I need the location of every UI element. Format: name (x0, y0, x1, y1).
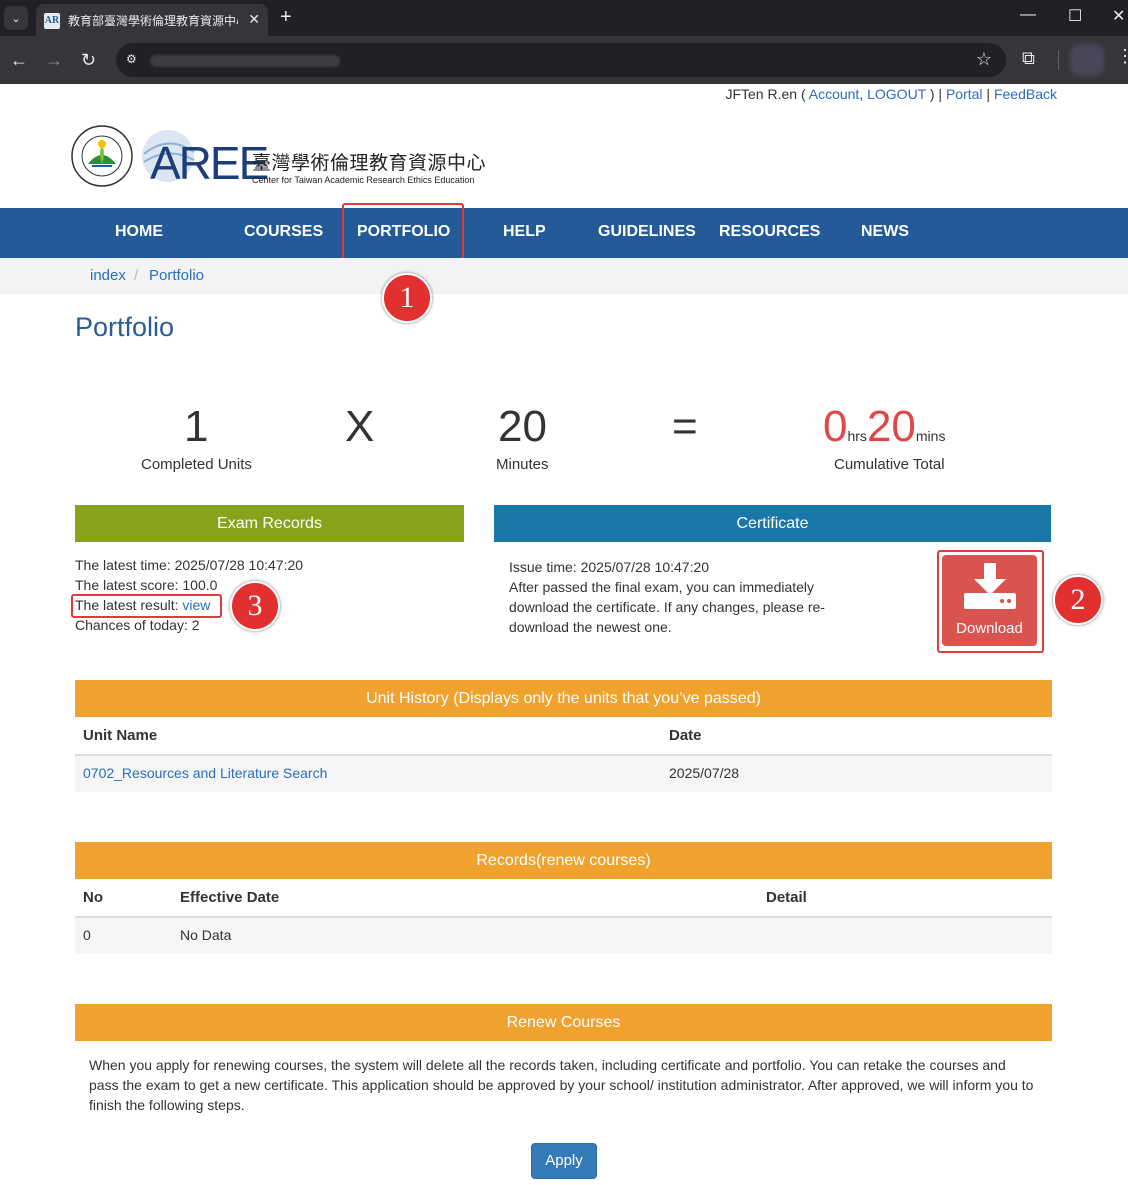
nav-home[interactable]: HOME (115, 223, 163, 241)
window-close-button[interactable]: ✕ (1112, 6, 1125, 26)
multiply-sign: X (345, 402, 375, 451)
equals-sign: = (672, 402, 698, 451)
certificate-header: Certificate (494, 505, 1051, 542)
renew-description: When you apply for renewing courses, the… (89, 1057, 1034, 1113)
cumulative-total-label: Cumulative Total (834, 456, 945, 473)
exam-latest-score: The latest score: 100.0 (75, 577, 218, 593)
browser-toolbar: ← → ↻ ⚙ ☆ ⧉ ⋮ (0, 36, 1128, 84)
breadcrumb-index-link[interactable]: index (90, 267, 126, 284)
paren-close: ) | (925, 86, 946, 102)
certificate-description: After passed the final exam, you can imm… (509, 579, 825, 635)
maximize-button[interactable]: ☐ (1068, 6, 1082, 26)
breadcrumb-portfolio-link[interactable]: Portfolio (149, 267, 204, 284)
annotation-marker-2: 2 (1053, 575, 1103, 625)
completed-units-label: Completed Units (141, 456, 252, 473)
apply-button[interactable]: Apply (531, 1143, 597, 1179)
record-date-cell: No Data (180, 927, 232, 943)
col-date: Date (669, 727, 702, 744)
reload-icon[interactable]: ↻ (81, 50, 96, 71)
portfolio-highlight-box (342, 203, 464, 265)
toolbar-divider (1058, 50, 1059, 70)
account-link[interactable]: Account (809, 86, 860, 102)
result-highlight-box (71, 594, 222, 618)
mins-value: 20 (866, 402, 916, 451)
exam-records-header: Exam Records (75, 505, 464, 542)
completed-units-value: 1 (184, 402, 209, 451)
download-label: Download (956, 620, 1023, 637)
breadcrumb: index / Portfolio (0, 258, 1128, 294)
annotation-marker-3: 3 (230, 581, 280, 631)
certificate-issue-time: Issue time: 2025/07/28 10:47:20 (509, 559, 710, 575)
record-no-cell: 0 (83, 927, 91, 943)
exam-latest-time: The latest time: 2025/07/28 10:47:20 (75, 557, 304, 573)
new-tab-button[interactable]: + (280, 6, 292, 29)
comma: , (859, 86, 868, 102)
nav-news[interactable]: NEWS (861, 223, 909, 241)
unit-history-header-row: Unit Name Date (75, 717, 1052, 756)
nav-courses[interactable]: COURSES (244, 223, 323, 241)
nav-resources[interactable]: RESOURCES (719, 223, 820, 241)
username: JFTen R.en (725, 86, 798, 102)
annotation-marker-1: 1 (382, 273, 432, 323)
paren-open: ( (797, 86, 809, 102)
url-text-blurred (150, 55, 340, 67)
feedback-link[interactable]: FeedBack (994, 86, 1057, 102)
certificate-info: Issue time: 2025/07/28 10:47:20 After pa… (509, 557, 859, 637)
forward-icon[interactable]: → (45, 50, 63, 71)
profile-avatar[interactable] (1070, 44, 1104, 76)
page-title: Portfolio (75, 312, 175, 342)
extensions-icon[interactable]: ⧉ (1022, 48, 1035, 69)
minutes-label: Minutes (496, 456, 549, 473)
tab-title: 教育部臺灣學術倫理教育資源中心 (68, 14, 238, 28)
center-title-zh: 臺灣學術倫理教育資源中心 (252, 152, 487, 174)
ministry-seal-logo (71, 125, 133, 187)
unit-name-cell: 0702_Resources and Literature Search (83, 765, 327, 781)
browser-tab-bar: ⌄ AR 教育部臺灣學術倫理教育資源中心 ✕ + — ☐ ✕ (0, 0, 1128, 36)
hours-value: 0 (823, 402, 848, 451)
tab-search-button[interactable]: ⌄ (4, 6, 28, 30)
renew-courses-header: Renew Courses (75, 1004, 1052, 1041)
mins-unit: mins (915, 428, 946, 444)
center-subtitle-en: Center for Taiwan Academic Research Ethi… (252, 175, 475, 185)
nav-help[interactable]: HELP (503, 223, 546, 241)
tab-close-icon[interactable]: ✕ (248, 11, 260, 28)
table-row: 0 No Data (75, 918, 1052, 954)
site-info-icon[interactable]: ⚙ (126, 52, 142, 68)
user-bar: JFTen R.en ( Account, LOGOUT ) | Portal … (725, 86, 1057, 102)
hours-unit: hrs (847, 428, 867, 444)
records-header: Records(renew courses) (75, 842, 1052, 879)
address-bar[interactable]: ⚙ ☆ (116, 43, 1006, 77)
minimize-button[interactable]: — (1020, 6, 1036, 24)
col-detail: Detail (766, 889, 807, 906)
unit-history-header: Unit History (Displays only the units th… (75, 680, 1052, 717)
minutes-value: 20 (498, 402, 547, 451)
logout-link[interactable]: LOGOUT (867, 86, 926, 102)
records-header-row: No Effective Date Detail (75, 879, 1052, 918)
col-unit-name: Unit Name (83, 727, 158, 744)
unit-link[interactable]: 0702_Resources and Literature Search (83, 765, 327, 781)
col-effective-date: Effective Date (180, 889, 280, 906)
browser-tab[interactable]: AR 教育部臺灣學術倫理教育資源中心 ✕ (36, 4, 268, 36)
download-certificate-button[interactable]: Download (942, 555, 1037, 646)
nav-guidelines[interactable]: GUIDELINES (598, 223, 696, 241)
favicon-icon: AR (44, 13, 60, 29)
unit-date-cell: 2025/07/28 (669, 765, 740, 781)
breadcrumb-separator: / (134, 267, 139, 284)
download-icon (964, 563, 1016, 609)
main-navbar: HOME COURSES PORTFOLIO HELP GUIDELINES R… (0, 208, 1128, 258)
portal-link[interactable]: Portal (946, 86, 983, 102)
exam-chances: Chances of today: 2 (75, 617, 200, 633)
aree-wordmark: AREE (150, 137, 269, 189)
table-row: 0702_Resources and Literature Search 202… (75, 756, 1052, 792)
pipe: | (982, 86, 994, 102)
col-no: No (83, 889, 103, 906)
back-icon[interactable]: ← (10, 50, 28, 71)
browser-menu-icon[interactable]: ⋮ (1116, 46, 1128, 67)
bookmark-star-icon[interactable]: ☆ (976, 49, 992, 70)
cumulative-total-value: 0hrs20mins (823, 402, 945, 452)
